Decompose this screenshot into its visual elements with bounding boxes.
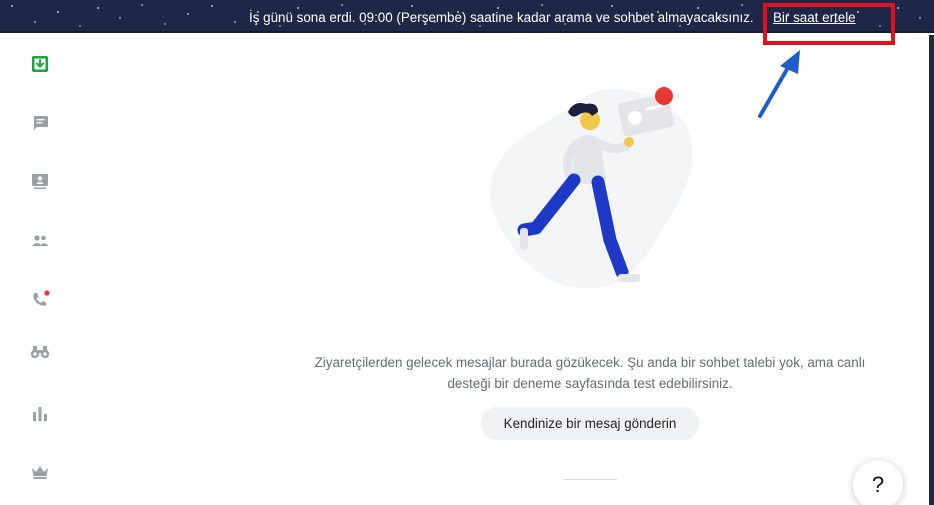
- sidebar-item-calls[interactable]: [29, 289, 51, 311]
- empty-inbox-illustration: [490, 87, 693, 289]
- send-test-message-button[interactable]: Kendinize bir mesaj gönderin: [481, 407, 699, 440]
- binoculars-icon: [30, 346, 50, 359]
- crown-icon: [32, 466, 48, 479]
- window-edge: [929, 35, 934, 505]
- contact-board-icon: [32, 174, 48, 190]
- annotation-arrow-icon: [758, 50, 800, 118]
- chat-bubble-icon: [33, 115, 48, 130]
- sidebar-nav: [0, 35, 80, 505]
- sidebar-item-reports[interactable]: [29, 402, 51, 424]
- bar-chart-icon: [33, 407, 47, 421]
- calls-badge: [44, 290, 50, 296]
- sidebar-item-visitors-board[interactable]: [29, 171, 51, 193]
- sidebar-item-inbox[interactable]: [29, 53, 51, 75]
- sidebar-item-chats[interactable]: [29, 112, 51, 134]
- people-icon: [32, 235, 49, 246]
- help-button[interactable]: ?: [853, 460, 903, 505]
- business-hours-message: İş günü sona erdi. 09:00 (Perşembe) saat…: [249, 10, 754, 25]
- annotation-highlight-box: [763, 3, 895, 45]
- empty-state-message: Ziyaretçilerden gelecek mesajlar burada …: [314, 355, 866, 391]
- divider: [563, 479, 617, 480]
- sidebar-item-upgrade[interactable]: [29, 461, 51, 483]
- inbox-download-icon: [32, 56, 48, 72]
- sidebar-item-monitoring[interactable]: [29, 341, 51, 363]
- sidebar-item-contacts[interactable]: [29, 230, 51, 252]
- phone-icon: [33, 290, 50, 306]
